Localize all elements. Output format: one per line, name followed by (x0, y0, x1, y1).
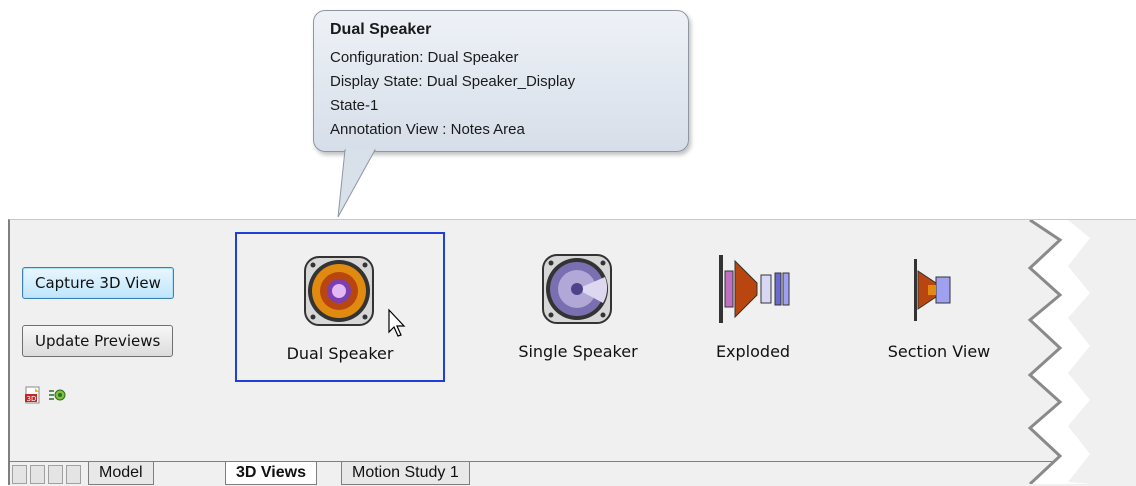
tooltip-body: Configuration: Dual Speaker Display Stat… (330, 46, 575, 142)
tab-bar: Model 3D Views Motion Study 1 (10, 461, 1136, 486)
first-tab-nav-button[interactable] (12, 465, 27, 484)
tab-3d-views[interactable]: 3D Views (225, 462, 317, 485)
last-tab-nav-button[interactable] (66, 465, 81, 484)
view-dual-speaker[interactable]: Dual Speaker (235, 232, 445, 382)
next-tab-nav-button[interactable] (48, 465, 63, 484)
capture-3d-view-button[interactable]: Capture 3D View (22, 267, 174, 299)
3d-views-panel: Capture 3D View Update Previews 3D Dual … (8, 219, 1136, 486)
tab-model[interactable]: Model (88, 462, 154, 485)
mouse-cursor-icon (388, 308, 406, 337)
tooltip-display-state: Display State: Dual Speaker_Display (330, 73, 576, 90)
3d-pdf-icon[interactable]: 3D (24, 386, 42, 404)
prev-tab-nav-button[interactable] (30, 465, 45, 484)
section-view-thumbnail (914, 259, 951, 321)
single-speaker-thumbnail (542, 254, 612, 324)
tooltip-title: Dual Speaker (330, 21, 432, 38)
tooltip-configuration: Configuration: Dual Speaker (330, 49, 519, 66)
view-label: Exploded (715, 342, 791, 361)
exploded-thumbnail (719, 255, 790, 323)
tooltip: Dual Speaker Configuration: Dual Speaker… (313, 10, 689, 152)
config-list-icon[interactable] (48, 386, 66, 404)
tab-motion-study-1[interactable]: Motion Study 1 (341, 462, 470, 485)
tooltip-display-state-cont: State-1 (330, 97, 379, 114)
view-exploded[interactable]: Exploded (650, 232, 856, 378)
svg-text:3D: 3D (27, 395, 37, 403)
dual-speaker-thumbnail (304, 256, 374, 326)
update-previews-button[interactable]: Update Previews (22, 325, 174, 357)
tooltip-annotation-view: Annotation View : Notes Area (330, 121, 525, 138)
view-label: Dual Speaker (286, 344, 394, 363)
view-section-view[interactable]: Section View (836, 232, 1042, 378)
view-label: Section View (887, 342, 991, 361)
double-chevron-down-icon[interactable] (1113, 231, 1133, 251)
